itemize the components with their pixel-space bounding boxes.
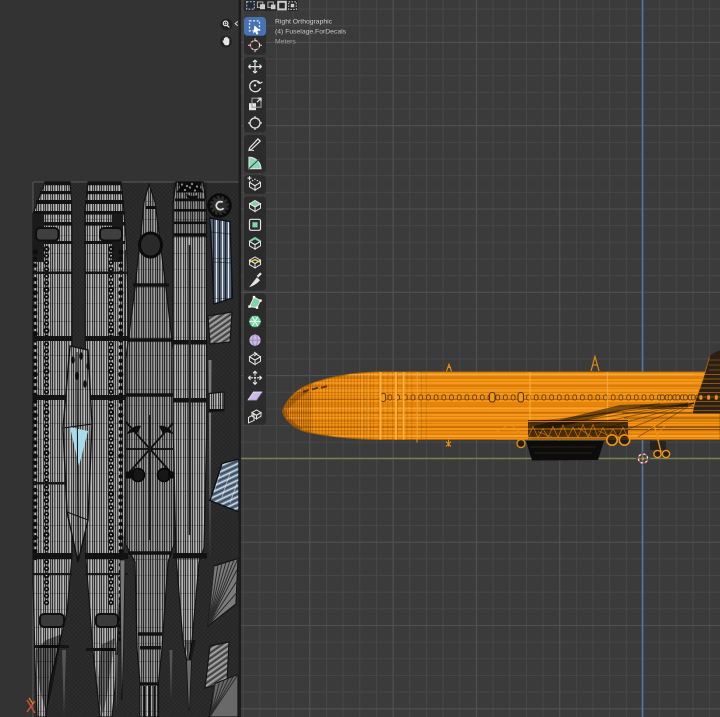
svg-text:Right Orthographic: Right Orthographic: [275, 19, 333, 26]
svg-text:(4) Fuselage.ForDecals: (4) Fuselage.ForDecals: [275, 29, 347, 36]
svg-text:Meters: Meters: [275, 38, 296, 45]
